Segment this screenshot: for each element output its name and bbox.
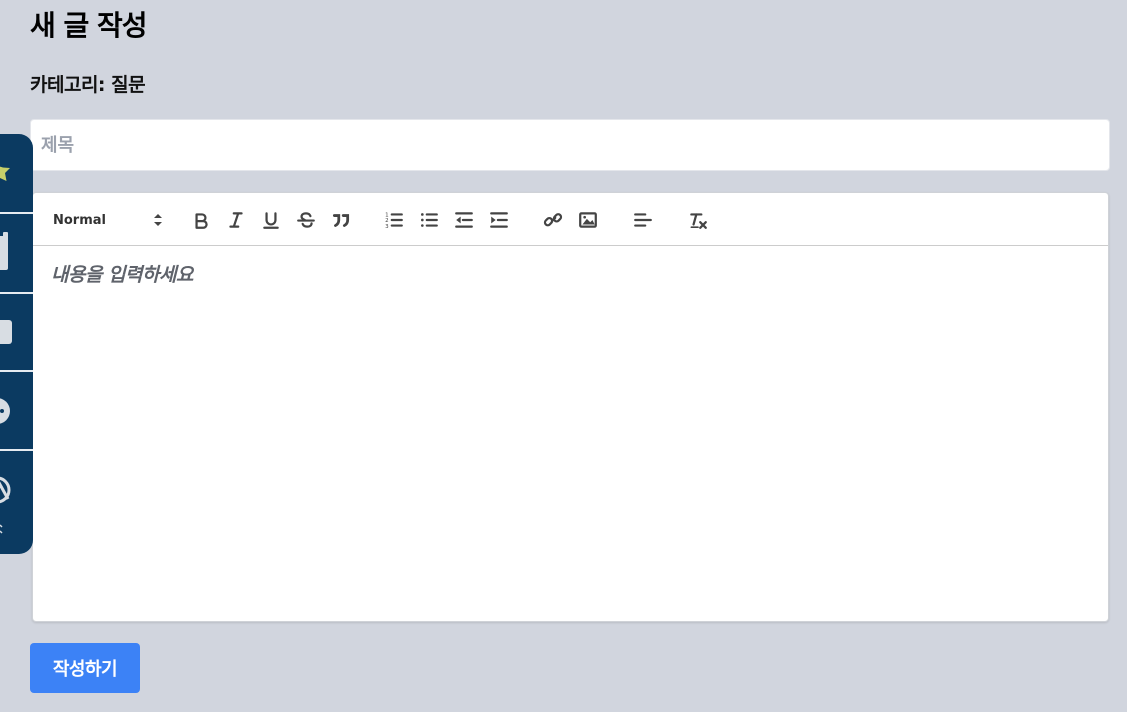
align-left-icon (634, 213, 652, 227)
sidebar (0, 134, 33, 554)
clear-format-icon (690, 213, 707, 229)
rich-text-editor: Normal 123 내용을 입력하세요 (32, 192, 1109, 622)
header-format-value: Normal (53, 212, 106, 228)
image-button[interactable] (574, 206, 602, 234)
italic-button[interactable] (222, 206, 250, 234)
strike-button[interactable] (292, 206, 320, 234)
header-format-select[interactable]: Normal (53, 207, 163, 233)
indent-icon (490, 212, 508, 228)
outdent-icon (455, 212, 473, 228)
star-icon (0, 166, 10, 181)
sidebar-item-chat[interactable] (0, 372, 33, 450)
square-icon (0, 320, 12, 344)
image-icon (579, 212, 597, 228)
link-icon (543, 213, 563, 227)
align-button[interactable] (629, 206, 657, 234)
title-input[interactable] (30, 119, 1110, 171)
underline-icon (263, 212, 279, 229)
sidebar-item-board[interactable] (0, 214, 33, 292)
bold-button[interactable] (187, 206, 215, 234)
quote-icon (332, 214, 350, 227)
sidebar-item-pages[interactable] (0, 294, 33, 372)
sidebar-item-explore[interactable] (0, 451, 33, 534)
strikethrough-icon (297, 212, 315, 228)
clipboard-icon (0, 232, 8, 270)
outdent-button[interactable] (450, 206, 478, 234)
submit-button[interactable]: 작성하기 (30, 643, 140, 693)
content-placeholder: 내용을 입력하세요 (51, 264, 193, 286)
bullet-list-button[interactable] (415, 206, 443, 234)
underline-button[interactable] (257, 206, 285, 234)
ordered-list-button[interactable]: 123 (380, 206, 408, 234)
bullet-list-icon (421, 213, 438, 227)
indent-button[interactable] (485, 206, 513, 234)
svg-text:3: 3 (385, 224, 389, 230)
page-title: 새 글 작성 (30, 9, 148, 42)
italic-icon (229, 212, 243, 228)
content-editor[interactable]: 내용을 입력하세요 (33, 246, 1108, 301)
blockquote-button[interactable] (327, 206, 355, 234)
category-label: 카테고리: 질문 (30, 74, 146, 96)
ordered-list-icon: 123 (385, 213, 403, 230)
clear-format-button[interactable] (684, 206, 712, 234)
chat-icon (0, 398, 10, 424)
editor-toolbar: Normal 123 (33, 193, 1108, 246)
select-arrows-icon (154, 214, 162, 226)
link-button[interactable] (539, 206, 567, 234)
bold-icon (195, 213, 208, 229)
globe-icon (0, 476, 11, 534)
sidebar-item-favorites[interactable] (0, 134, 33, 212)
